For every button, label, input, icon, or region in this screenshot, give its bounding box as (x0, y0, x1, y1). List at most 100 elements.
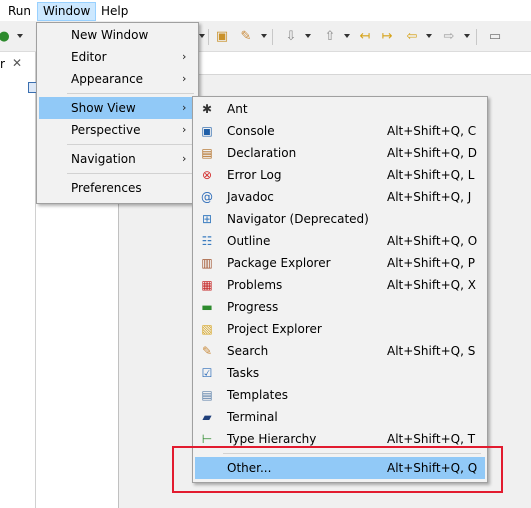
chevron-right-icon: › (182, 123, 187, 136)
console-icon: ▣ (201, 124, 213, 138)
javadoc-icon: @ (201, 190, 213, 204)
menu-help[interactable]: Help (96, 2, 133, 21)
chevron-right-icon: › (182, 101, 187, 114)
run-icon[interactable]: ● (0, 29, 12, 45)
view-item-progress[interactable]: ▬ Progress (195, 296, 485, 318)
view-item-label: Project Explorer (227, 322, 322, 336)
view-item-javadoc[interactable]: @ Javadoc Alt+Shift+Q, J (195, 186, 485, 208)
view-item-label: Package Explorer (227, 256, 331, 270)
progress-icon: ▬ (201, 300, 213, 314)
menu-item-new-window[interactable]: New Window (39, 24, 198, 46)
view-item-label: Outline (227, 234, 271, 248)
menu-separator (67, 93, 194, 94)
view-item-error-log[interactable]: ⊗ Error Log Alt+Shift+Q, L (195, 164, 485, 186)
project-explorer-icon: ▧ (201, 322, 213, 336)
menu-item-preferences[interactable]: Preferences (39, 177, 198, 199)
view-item-shortcut: Alt+Shift+Q, S (387, 344, 476, 358)
menu-item-appearance[interactable]: Appearance › (39, 68, 198, 90)
menu-item-label: Editor (71, 50, 107, 64)
left-view-tab-label: r (0, 57, 5, 71)
menu-item-show-view[interactable]: Show View › (39, 97, 196, 119)
view-item-label: Templates (227, 388, 289, 402)
open-type-icon[interactable]: ▣ (214, 29, 230, 45)
toolbar-separator (476, 29, 477, 45)
chevron-right-icon: › (182, 50, 187, 63)
view-item-shortcut: Alt+Shift+Q, X (387, 278, 476, 292)
navigator-icon: ⊞ (201, 212, 213, 226)
search-dropdown-icon[interactable] (261, 34, 267, 38)
prev-annotation-dropdown-icon[interactable] (344, 34, 350, 38)
templates-icon: ▤ (201, 388, 213, 402)
view-item-console[interactable]: ▣ Console Alt+Shift+Q, C (195, 120, 485, 142)
view-item-shortcut: Alt+Shift+Q, O (387, 234, 478, 248)
view-item-templates[interactable]: ▤ Templates (195, 384, 485, 406)
last-edit-icon[interactable]: ↤ (357, 29, 373, 45)
menu-item-label: Navigation (71, 152, 136, 166)
pin-editor-icon[interactable]: ▭ (487, 29, 503, 45)
chevron-right-icon: › (182, 152, 187, 165)
toolbar-separator (208, 29, 209, 45)
type-hierarchy-icon: ⊢ (201, 432, 213, 446)
back-dropdown-icon[interactable] (426, 34, 432, 38)
toolbar-separator (272, 29, 273, 45)
window-menu: New Window Editor › Appearance › Show Vi… (36, 22, 199, 204)
left-view-tab[interactable]: r ✕ (0, 54, 36, 76)
chevron-right-icon: › (182, 72, 187, 85)
menu-item-label: Perspective (71, 123, 141, 137)
next-annotation-icon[interactable]: ⇩ (283, 29, 299, 45)
view-item-project-explorer[interactable]: ▧ Project Explorer (195, 318, 485, 340)
menu-separator (67, 173, 194, 174)
ant-icon: ✱ (201, 102, 213, 116)
view-item-problems[interactable]: ▦ Problems Alt+Shift+Q, X (195, 274, 485, 296)
view-item-package-explorer[interactable]: ▥ Package Explorer Alt+Shift+Q, P (195, 252, 485, 274)
outline-icon: ☷ (201, 234, 213, 248)
search-toolbar-icon[interactable]: ✎ (238, 29, 254, 45)
show-view-menu: ✱ Ant ▣ Console Alt+Shift+Q, C ▤ Declara… (192, 96, 488, 483)
view-item-shortcut: Alt+Shift+Q, D (387, 146, 477, 160)
view-item-label: Tasks (227, 366, 260, 380)
view-item-declaration[interactable]: ▤ Declaration Alt+Shift+Q, D (195, 142, 485, 164)
view-item-label: Progress (227, 300, 279, 314)
menu-item-label: Appearance (71, 72, 144, 86)
prev-annotation-icon[interactable]: ⇧ (322, 29, 338, 45)
view-item-label: Problems (227, 278, 283, 292)
terminal-icon: ▰ (202, 410, 212, 424)
menu-separator (67, 144, 194, 145)
back-icon[interactable]: ⇦ (404, 29, 420, 45)
search-icon: ✎ (201, 344, 213, 358)
package-explorer-icon: ▥ (201, 256, 213, 270)
annotation-highlight-box (172, 446, 503, 493)
view-item-shortcut: Alt+Shift+Q, L (387, 168, 475, 182)
view-item-tasks[interactable]: ☑ Tasks (195, 362, 485, 384)
view-item-ant[interactable]: ✱ Ant (195, 98, 485, 120)
view-item-navigator[interactable]: ⊞ Navigator (Deprecated) (195, 208, 485, 230)
view-item-shortcut: Alt+Shift+Q, P (387, 256, 475, 270)
toolbar-dropdown-icon[interactable] (199, 34, 205, 38)
menu-item-perspective[interactable]: Perspective › (39, 119, 198, 141)
menu-item-navigation[interactable]: Navigation › (39, 148, 198, 170)
menu-item-label: Show View (71, 101, 136, 115)
run-dropdown-icon[interactable] (17, 34, 23, 38)
menu-item-label: Preferences (71, 181, 142, 195)
close-icon[interactable]: ✕ (12, 56, 22, 70)
view-item-search[interactable]: ✎ Search Alt+Shift+Q, S (195, 340, 485, 362)
menu-item-editor[interactable]: Editor › (39, 46, 198, 68)
forward-edit-icon[interactable]: ↦ (379, 29, 395, 45)
next-annotation-dropdown-icon[interactable] (305, 34, 311, 38)
view-item-terminal[interactable]: ▰ Terminal (195, 406, 485, 428)
menu-run[interactable]: Run (3, 2, 36, 21)
view-item-outline[interactable]: ☷ Outline Alt+Shift+Q, O (195, 230, 485, 252)
problems-icon: ▦ (201, 278, 213, 292)
tasks-icon: ☑ (201, 366, 213, 380)
view-item-label: Terminal (227, 410, 278, 424)
left-view-pane (0, 52, 36, 508)
forward-icon[interactable]: ⇨ (441, 29, 457, 45)
menu-window[interactable]: Window (37, 2, 97, 21)
forward-dropdown-icon[interactable] (464, 34, 470, 38)
error-log-icon: ⊗ (201, 168, 213, 182)
view-item-shortcut: Alt+Shift+Q, C (387, 124, 477, 138)
view-item-label: Javadoc (227, 190, 274, 204)
view-item-shortcut: Alt+Shift+Q, J (387, 190, 472, 204)
view-item-label: Ant (227, 102, 248, 116)
menu-item-label: New Window (71, 28, 149, 42)
